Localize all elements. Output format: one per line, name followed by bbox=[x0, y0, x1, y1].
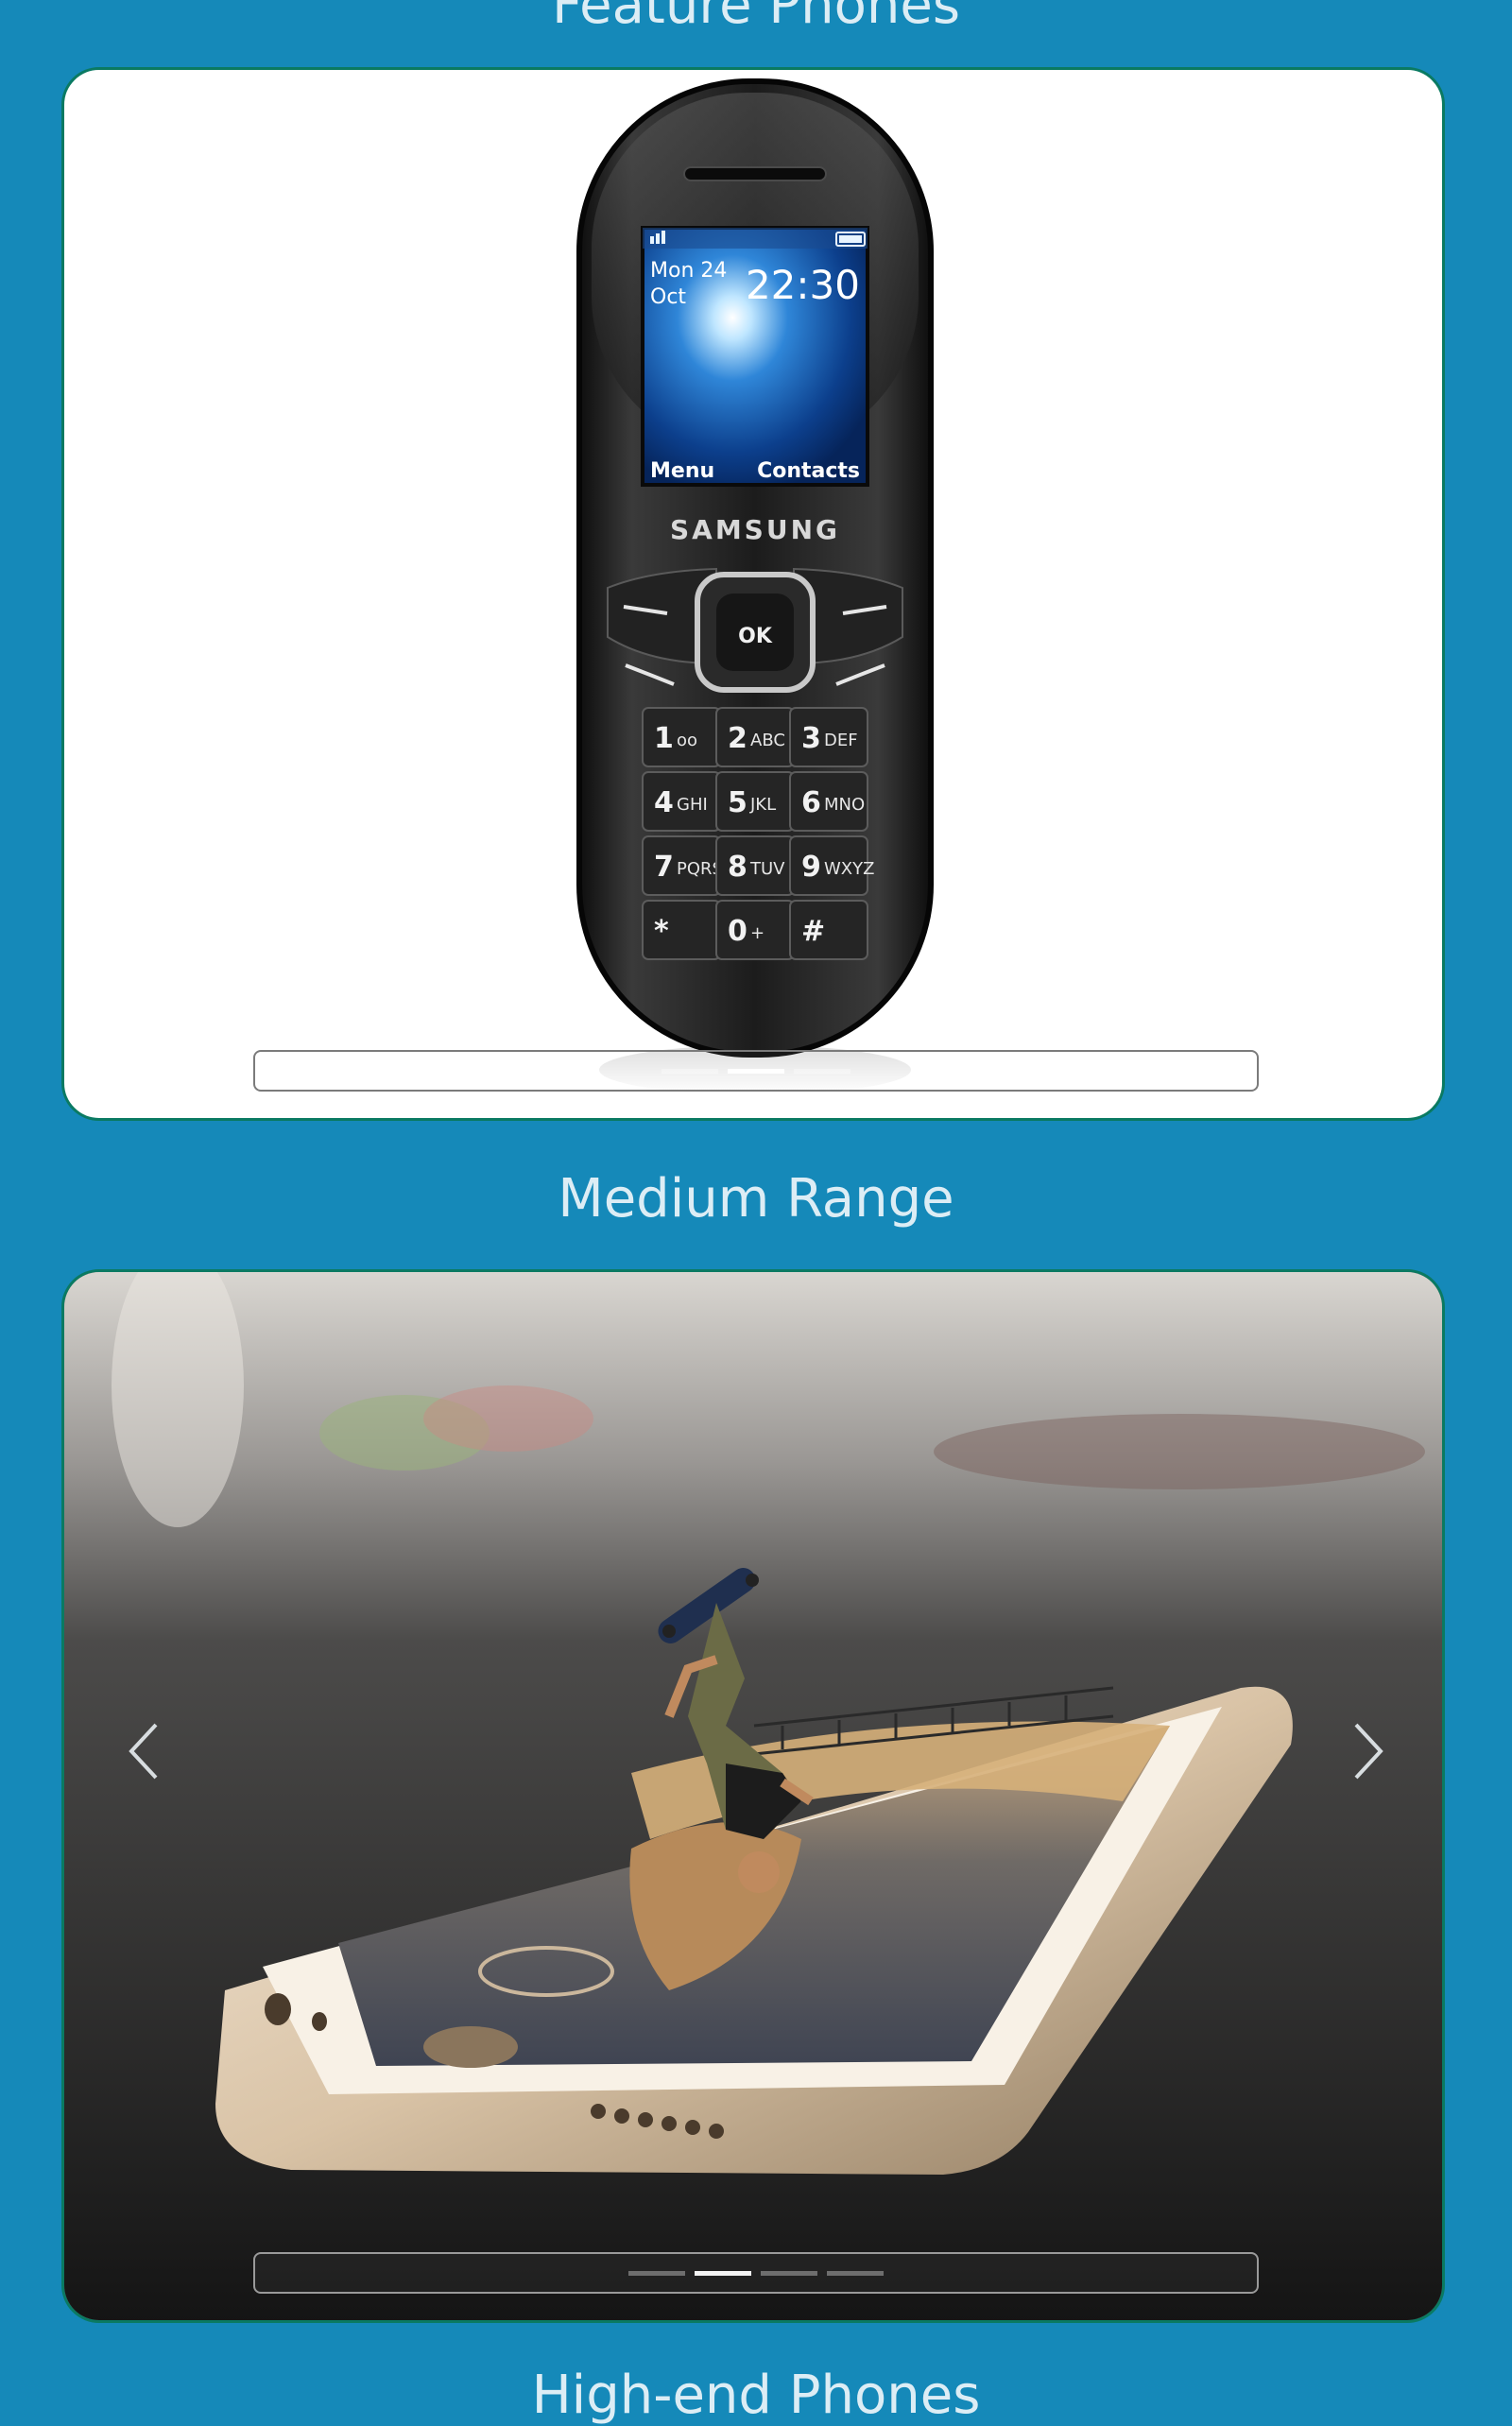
keypad-key: 6 MNO bbox=[789, 771, 868, 832]
section-title-feature-phones: Feature Phones bbox=[551, 0, 961, 36]
screen-date-line2: Oct bbox=[650, 285, 686, 309]
keypad-key-number: 4 bbox=[654, 786, 674, 819]
keypad-key-letters: WXYZ bbox=[824, 859, 874, 879]
softkey-right-label: Contacts bbox=[757, 459, 860, 483]
keypad-key-number: 5 bbox=[728, 786, 747, 819]
carousel-indicator-dot[interactable] bbox=[728, 1069, 784, 1074]
carousel-prev-button[interactable] bbox=[118, 1713, 175, 1789]
ok-key-label: OK bbox=[738, 625, 773, 648]
keypad-key-number: # bbox=[801, 915, 825, 948]
screen-time: 22:30 bbox=[746, 262, 860, 308]
keypad-key: 5 JKL bbox=[715, 771, 795, 832]
carousel-indicator-dot[interactable] bbox=[827, 2271, 884, 2276]
keypad-key-letters: GHI bbox=[677, 795, 708, 815]
keypad-key-number: 6 bbox=[801, 786, 821, 819]
chevron-right-icon bbox=[1354, 1723, 1383, 1780]
section-title-high-end-phones: High-end Phones bbox=[531, 2365, 981, 2426]
keypad-key: 9 WXYZ bbox=[789, 835, 874, 896]
keypad-key-number: 1 bbox=[654, 722, 674, 755]
screen-date-line1: Mon 24 bbox=[650, 259, 727, 283]
medium-range-carousel[interactable] bbox=[61, 1269, 1445, 2323]
keypad-key-number: * bbox=[654, 915, 669, 948]
keypad-key-letters: DEF bbox=[824, 731, 858, 750]
keypad-key-number: 8 bbox=[728, 851, 747, 884]
chevron-left-icon bbox=[129, 1723, 158, 1780]
keypad-key: 4 GHI bbox=[642, 771, 721, 832]
keypad-key: 8 TUV bbox=[715, 835, 795, 896]
carousel-indicator-dot[interactable] bbox=[628, 2271, 685, 2276]
keypad-key: 2 ABC bbox=[715, 707, 795, 767]
feature-phones-carousel[interactable]: Mon 24 Oct 22:30 Menu Contacts SAMSUNG O… bbox=[61, 67, 1445, 1121]
keypad-key: 0 + bbox=[715, 900, 795, 960]
section-title-medium-range: Medium Range bbox=[558, 1168, 954, 1230]
keypad-key-number: 9 bbox=[801, 851, 821, 884]
keypad-key-number: 0 bbox=[728, 915, 747, 948]
keypad-key-letters: MNO bbox=[824, 795, 865, 815]
medium-range-phone-image bbox=[64, 1272, 1442, 2320]
keypad-key-number: 3 bbox=[801, 722, 821, 755]
keypad-key-letters: + bbox=[750, 923, 765, 943]
keypad-key-number: 2 bbox=[728, 722, 747, 755]
carousel-indicators bbox=[253, 1050, 1259, 1092]
feature-phone-image: Mon 24 Oct 22:30 Menu Contacts SAMSUNG O… bbox=[576, 78, 934, 1094]
carousel-indicator-dot[interactable] bbox=[761, 2271, 817, 2276]
keypad-key-letters: oo bbox=[677, 731, 697, 750]
keypad-key: 1 oo bbox=[642, 707, 721, 767]
keypad-key: # bbox=[789, 900, 868, 960]
carousel-next-button[interactable] bbox=[1337, 1713, 1394, 1789]
softkey-left-label: Menu bbox=[650, 459, 714, 483]
carousel-indicator-dot[interactable] bbox=[794, 1069, 850, 1074]
carousel-indicator-dot[interactable] bbox=[662, 1069, 718, 1074]
carousel-indicators bbox=[253, 2252, 1259, 2294]
keypad-key-letters: TUV bbox=[749, 859, 785, 879]
keypad-key-letters: ABC bbox=[750, 731, 785, 750]
keypad-key: 7 PQRS bbox=[642, 835, 723, 896]
keypad-key-letters: JKL bbox=[749, 795, 776, 815]
keypad-key: 3 DEF bbox=[789, 707, 868, 767]
keypad-key: * bbox=[642, 900, 721, 960]
carousel-indicator-dot[interactable] bbox=[695, 2271, 751, 2276]
phone-brand: SAMSUNG bbox=[670, 514, 840, 545]
keypad-key-number: 7 bbox=[654, 851, 674, 884]
